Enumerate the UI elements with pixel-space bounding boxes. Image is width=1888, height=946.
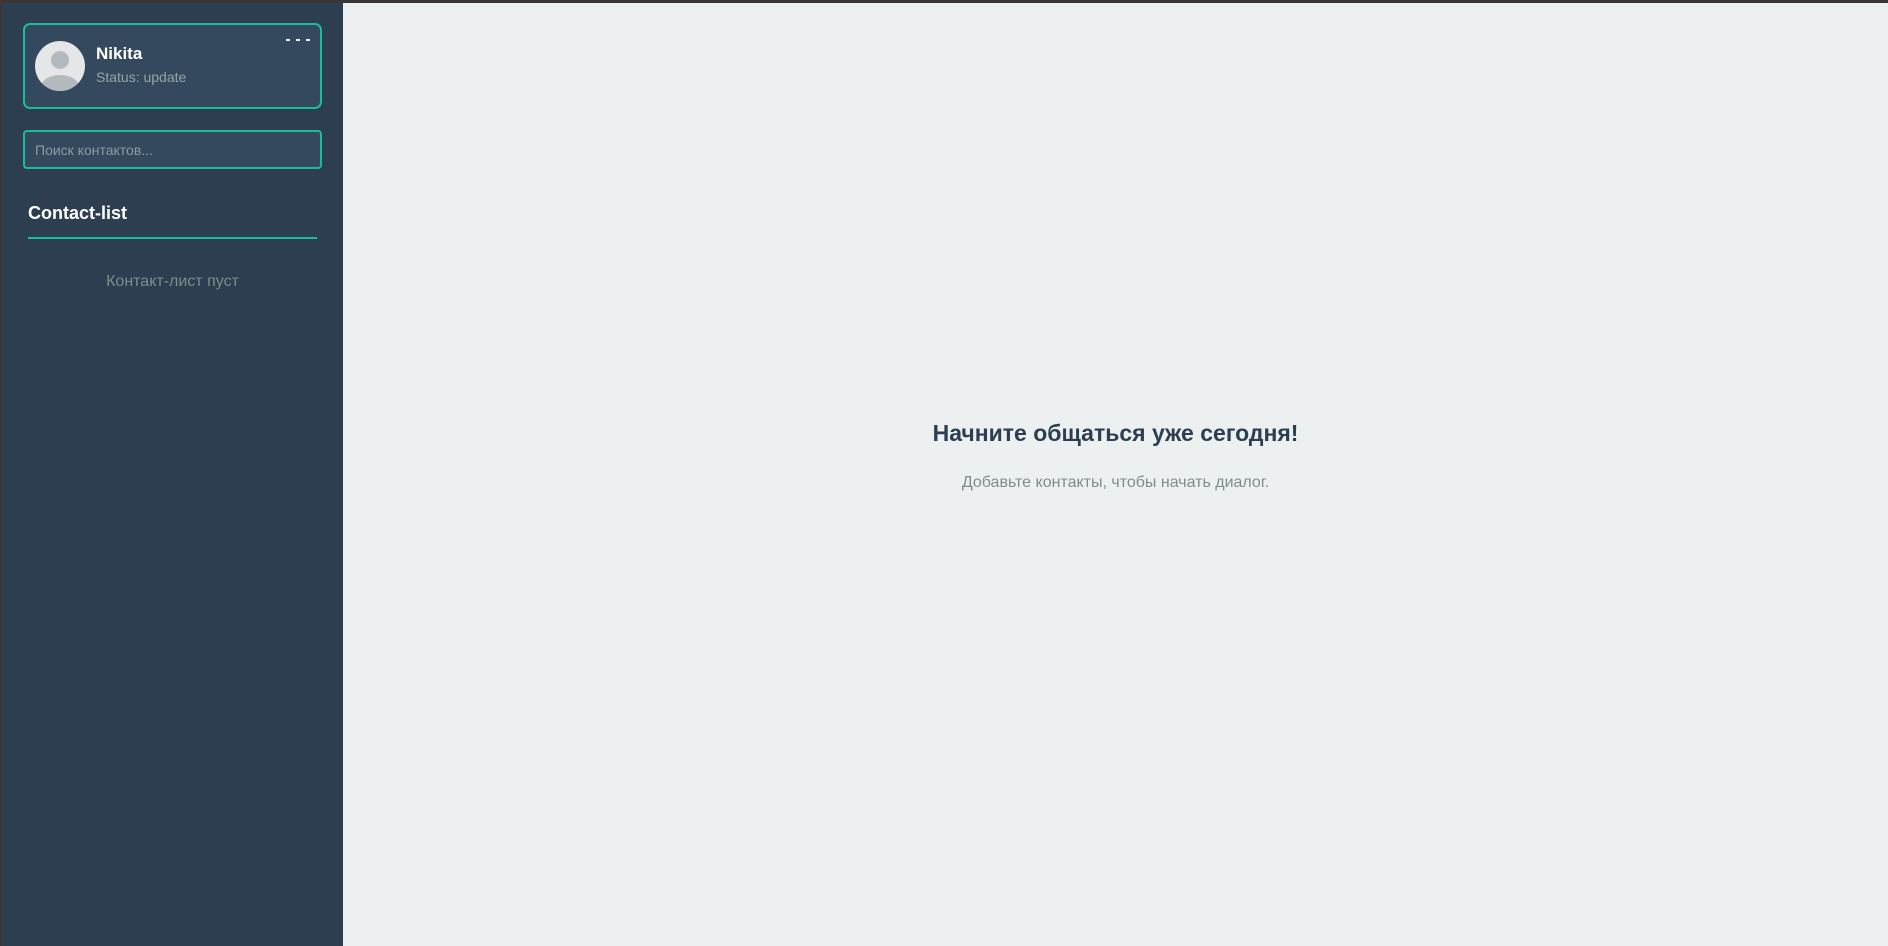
welcome-subtitle: Добавьте контакты, чтобы начать диалог. <box>961 474 1270 491</box>
menu-dot <box>306 39 310 41</box>
user-avatar-icon[interactable] <box>35 41 85 91</box>
profile-name: Nikita <box>96 44 143 63</box>
messenger-app: Nikita Status: update Contact-list Конта… <box>2 3 1888 946</box>
more-horizontal-icon[interactable] <box>286 35 310 45</box>
chat-area: Начните общаться уже сегодня! Добавьте к… <box>343 3 1888 946</box>
profile-status: Status: update <box>96 69 187 85</box>
menu-dot <box>286 39 290 41</box>
welcome-placeholder: Начните общаться уже сегодня! Добавьте к… <box>933 419 1299 493</box>
sidebar: Nikita Status: update Contact-list Конта… <box>2 3 343 946</box>
welcome-title: Начните общаться уже сегодня! <box>932 420 1299 446</box>
contact-list-empty-message: Контакт-лист пуст <box>106 273 239 290</box>
contact-list-title: Contact-list <box>28 202 317 239</box>
contact-search-input[interactable] <box>23 130 322 169</box>
contact-list-section: Contact-list Контакт-лист пуст <box>23 202 322 291</box>
profile-info: Nikita Status: update <box>96 44 186 86</box>
profile-card: Nikita Status: update <box>23 23 322 109</box>
menu-dot <box>296 39 300 41</box>
